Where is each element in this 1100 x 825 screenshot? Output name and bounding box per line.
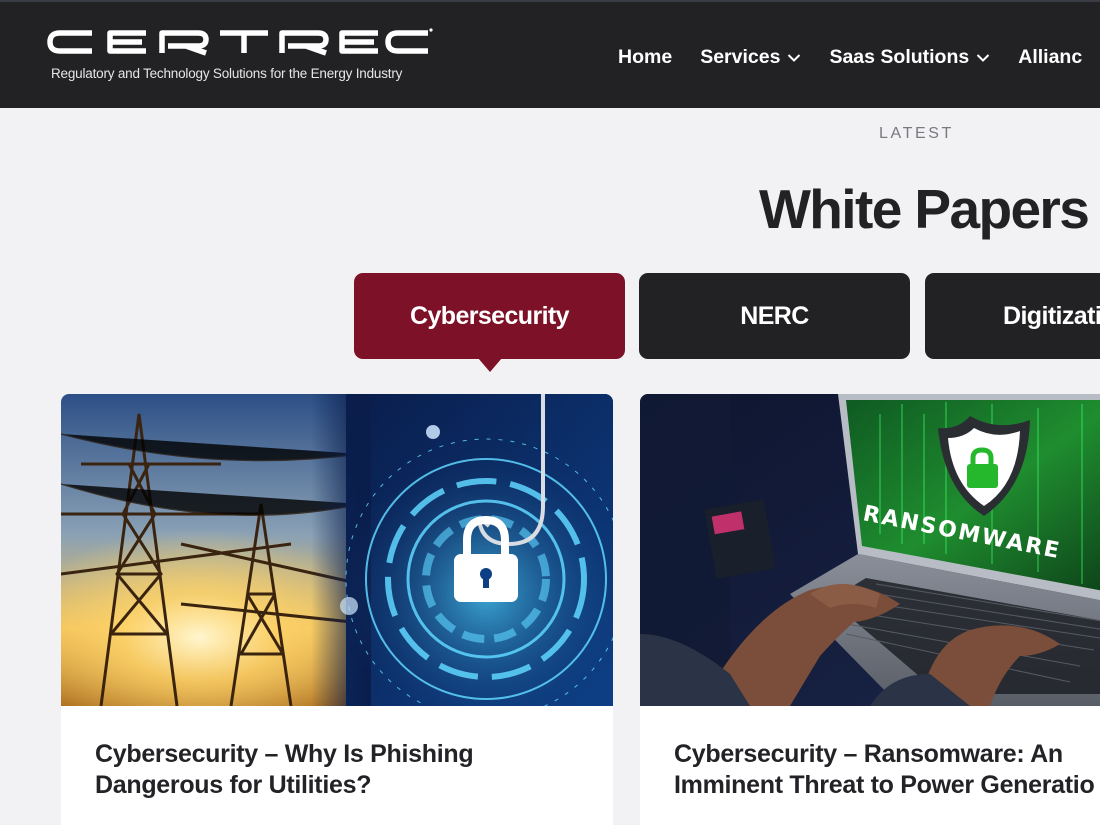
nav-item-label: Allianc — [1018, 46, 1083, 68]
nav-item-label: Home — [618, 46, 673, 68]
tab-digitization[interactable]: Digitizatio — [925, 273, 1100, 359]
nav-item-home[interactable]: Home — [618, 46, 672, 69]
nav-item-label: Saas Solutions — [829, 46, 970, 68]
nav-item-alliances[interactable]: Allianc — [1018, 46, 1082, 69]
card-title[interactable]: Cybersecurity – Why Is Phishing Dangerou… — [95, 739, 575, 801]
chevron-down-icon — [977, 53, 990, 62]
section-eyebrow: LATEST — [879, 125, 954, 142]
logo-tagline: Regulatory and Technology Solutions for … — [51, 66, 403, 81]
page-title: White Papers — [759, 178, 1090, 240]
site-header: Regulatory and Technology Solutions for … — [0, 2, 1100, 108]
active-tab-pointer — [478, 358, 502, 372]
card-title-line: Dangerous for Utilities? — [95, 771, 372, 799]
card-title[interactable]: Cybersecurity – Ransomware: An Imminent … — [674, 739, 1100, 801]
white-paper-card[interactable]: RANSOMWARE Cybersecurity – Ransomware: A… — [640, 394, 1100, 825]
tab-label: Cybersecurity — [410, 301, 570, 330]
main-nav: Home Services Saas Solutions Allianc — [618, 46, 1100, 69]
nav-item-label: Services — [700, 46, 781, 68]
tab-cybersecurity[interactable]: Cybersecurity — [354, 273, 625, 359]
card-title-line: Cybersecurity – Ransomware: An — [674, 740, 1063, 768]
nav-item-saas-solutions[interactable]: Saas Solutions — [829, 46, 990, 69]
tab-label: NERC — [740, 301, 809, 330]
card-title-line: Cybersecurity – Why Is Phishing — [95, 740, 474, 768]
tab-nerc[interactable]: NERC — [639, 273, 910, 359]
ransomware-laptop-image[interactable]: RANSOMWARE — [640, 394, 1100, 706]
nav-item-services[interactable]: Services — [700, 46, 801, 69]
certrec-logo-wordmark — [47, 28, 433, 56]
phishing-lock-power-lines-image[interactable] — [61, 394, 613, 706]
chevron-down-icon — [788, 53, 801, 62]
white-paper-card[interactable]: Cybersecurity – Why Is Phishing Dangerou… — [61, 394, 613, 825]
card-title-line: Imminent Threat to Power Generatio — [674, 771, 1095, 799]
tab-label: Digitizatio — [1003, 301, 1100, 330]
